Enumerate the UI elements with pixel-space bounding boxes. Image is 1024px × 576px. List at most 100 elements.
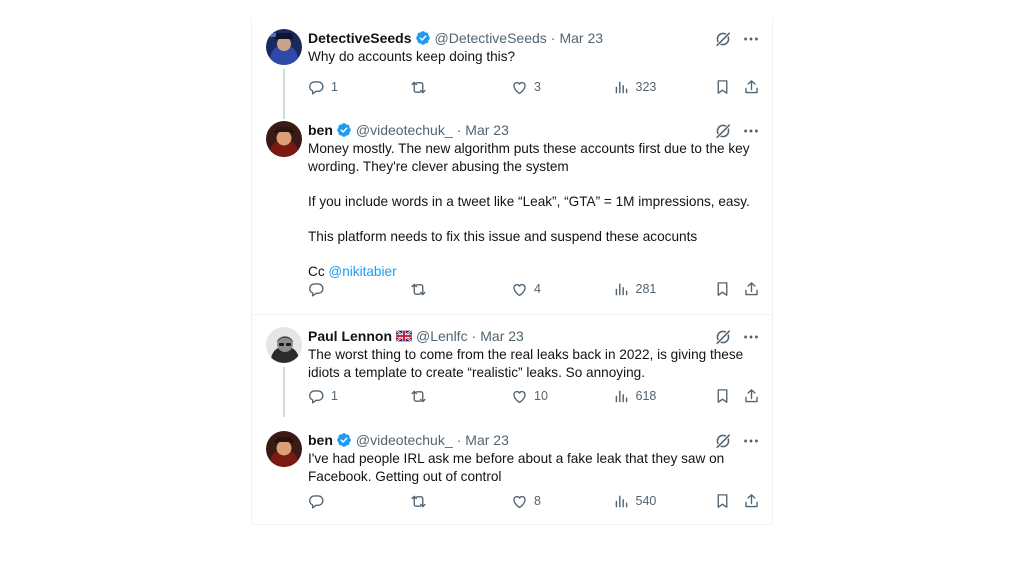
like-icon	[511, 388, 528, 405]
bookmark-icon[interactable]	[714, 491, 731, 511]
retweet-button[interactable]	[410, 386, 512, 406]
like-button[interactable]: 8	[511, 491, 613, 511]
user-handle[interactable]: @Lenlfc	[416, 328, 468, 344]
tweet-text-line: wording. They're clever abusing the syst…	[308, 158, 569, 174]
more-icon[interactable]	[742, 30, 760, 48]
display-name[interactable]: ben	[308, 122, 333, 138]
share-icon[interactable]	[743, 77, 760, 97]
separator-dot: ·	[471, 328, 477, 344]
views-button[interactable]: 618	[613, 386, 715, 406]
tweet[interactable]: ben @videotechuk_ · Mar 23 I've had peop…	[252, 419, 772, 525]
tweet-text: I've had people IRL ask me before about …	[308, 450, 756, 485]
verified-badge-icon	[336, 122, 352, 138]
tweet-text-line: If you include words in a tweet like “Le…	[308, 193, 750, 209]
reply-count: 1	[331, 389, 338, 403]
reply-icon	[308, 281, 325, 298]
bookmark-icon[interactable]	[714, 279, 731, 299]
conversation-thread: DetectiveSeeds @DetectiveSeeds · Mar 23 …	[251, 17, 773, 525]
tweet-date[interactable]: Mar 23	[480, 328, 524, 344]
retweet-button[interactable]	[410, 491, 512, 511]
more-icon[interactable]	[742, 328, 760, 346]
share-icon[interactable]	[743, 386, 760, 406]
tweet-text-line: The worst thing to come from the real le…	[308, 347, 744, 362]
retweet-button[interactable]	[410, 77, 512, 97]
tweet[interactable]: DetectiveSeeds @DetectiveSeeds · Mar 23 …	[252, 17, 772, 119]
display-name[interactable]: Paul Lennon	[308, 328, 392, 344]
tweet-text-line: Facebook. Getting out of control	[308, 468, 502, 484]
views-icon	[613, 281, 630, 298]
display-name[interactable]: DetectiveSeeds	[308, 30, 412, 46]
grok-icon[interactable]	[714, 122, 732, 140]
share-icon[interactable]	[743, 491, 760, 511]
retweet-icon	[410, 281, 427, 298]
tweet-text-line: I've had people IRL ask me before about …	[308, 451, 725, 466]
views-button[interactable]: 281	[613, 279, 715, 299]
user-handle[interactable]: @DetectiveSeeds	[435, 30, 547, 46]
avatar[interactable]	[266, 327, 302, 363]
separator-dot: ·	[550, 30, 556, 46]
tweet[interactable]: Paul Lennon @Lenlfc · Mar 23 The worst t…	[252, 315, 772, 419]
tweet-actions: 8 540	[308, 491, 760, 511]
retweet-icon	[410, 79, 427, 96]
more-icon[interactable]	[742, 122, 760, 140]
verified-badge-icon	[415, 30, 431, 46]
like-count: 3	[534, 80, 541, 94]
avatar[interactable]	[266, 121, 302, 157]
like-button[interactable]: 3	[511, 77, 613, 97]
tweet-header: ben @videotechuk_ · Mar 23	[308, 431, 756, 449]
tweet-date[interactable]: Mar 23	[559, 30, 603, 46]
tweet[interactable]: ben @videotechuk_ · Mar 23 Money mostly.…	[252, 109, 772, 315]
like-icon	[511, 79, 528, 96]
reply-count: 1	[331, 80, 338, 94]
user-handle[interactable]: @videotechuk_	[356, 122, 453, 138]
display-name[interactable]: ben	[308, 432, 333, 448]
reply-button[interactable]	[308, 279, 410, 299]
views-button[interactable]: 540	[613, 491, 715, 511]
retweet-button[interactable]	[410, 279, 512, 299]
user-handle[interactable]: @videotechuk_	[356, 432, 453, 448]
share-icon[interactable]	[743, 279, 760, 299]
tweet-text: Money mostly. The new algorithm puts the…	[308, 140, 756, 280]
tweet-text-line: Cc @nikitabier	[308, 263, 756, 281]
grok-icon[interactable]	[714, 30, 732, 48]
view-count: 281	[635, 282, 657, 296]
reply-icon	[308, 388, 325, 405]
reply-button[interactable]: 1	[308, 77, 410, 97]
bookmark-icon[interactable]	[714, 77, 731, 97]
view-count: 323	[635, 80, 657, 94]
tweet-actions: 1 3 323	[308, 77, 760, 97]
uk-flag-icon	[396, 330, 412, 342]
tweet-text-line: This platform needs to fix this issue an…	[308, 228, 698, 244]
views-icon	[613, 493, 630, 510]
bookmark-icon[interactable]	[714, 386, 731, 406]
reply-icon	[308, 493, 325, 510]
like-count: 8	[534, 494, 541, 508]
cc-label: Cc	[308, 263, 329, 279]
tweet-date[interactable]: Mar 23	[465, 432, 509, 448]
reply-button[interactable]: 1	[308, 386, 410, 406]
tweet-actions: 1 10 618	[308, 386, 760, 406]
like-count: 4	[534, 282, 541, 296]
reply-button[interactable]	[308, 491, 410, 511]
verified-badge-icon	[336, 432, 352, 448]
tweet-text-line: Why do accounts keep doing this?	[308, 49, 516, 64]
tweet-text-line: Money mostly. The new algorithm puts the…	[308, 141, 750, 156]
like-count: 10	[534, 389, 548, 403]
views-icon	[613, 79, 630, 96]
like-button[interactable]: 4	[511, 279, 613, 299]
views-button[interactable]: 323	[613, 77, 715, 97]
retweet-icon	[410, 388, 427, 405]
more-icon[interactable]	[742, 432, 760, 450]
avatar[interactable]	[266, 29, 302, 65]
mention-link[interactable]: @nikitabier	[328, 264, 396, 279]
like-icon	[511, 493, 528, 510]
avatar[interactable]	[266, 431, 302, 467]
tweet-text-line: idiots a template to create “realistic” …	[308, 364, 645, 380]
grok-icon[interactable]	[714, 328, 732, 346]
grok-icon[interactable]	[714, 432, 732, 450]
separator-dot: ·	[456, 432, 462, 448]
tweet-date[interactable]: Mar 23	[465, 122, 509, 138]
tweet-header: Paul Lennon @Lenlfc · Mar 23	[308, 327, 756, 345]
tweet-text: The worst thing to come from the real le…	[308, 346, 756, 381]
like-button[interactable]: 10	[511, 386, 613, 406]
